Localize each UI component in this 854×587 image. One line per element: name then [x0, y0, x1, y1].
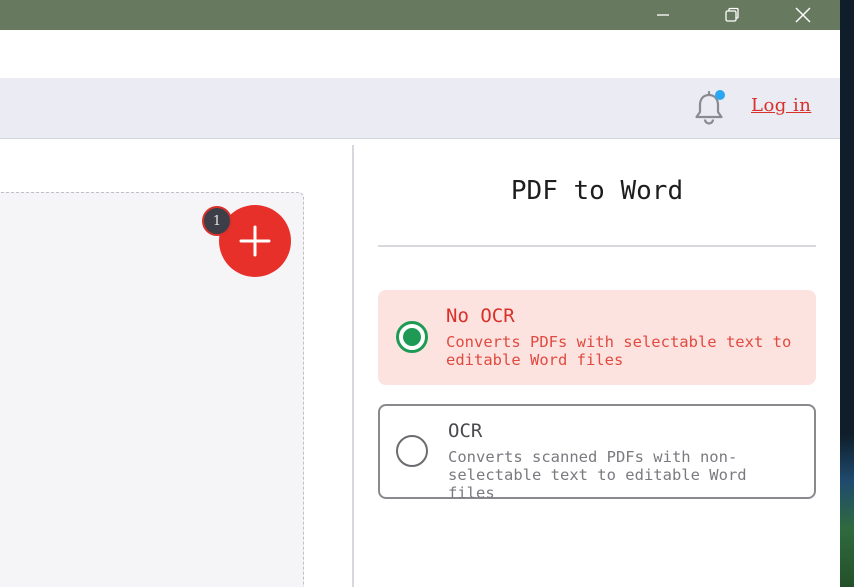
option-ocr[interactable]: OCR Converts scanned PDFs with non-selec… [378, 404, 816, 502]
option-title: OCR [448, 420, 483, 442]
close-icon [795, 7, 811, 23]
radio-no-ocr-selected[interactable] [396, 321, 428, 353]
option-no-ocr[interactable]: No OCR Converts PDFs with selectable tex… [378, 290, 816, 385]
option-description: Converts PDFs with selectable text to ed… [446, 333, 792, 369]
restore-button[interactable] [709, 0, 755, 30]
minimize-button[interactable] [640, 0, 686, 30]
title-bar [0, 0, 840, 30]
close-button[interactable] [780, 0, 826, 30]
file-count-badge: 1 [202, 206, 232, 236]
browser-address-bar[interactable] [0, 30, 840, 78]
restore-icon [725, 7, 739, 22]
title-divider [378, 245, 816, 247]
notification-dot [715, 90, 725, 100]
panel-divider [352, 145, 354, 587]
plus-icon [239, 225, 271, 257]
notifications-button[interactable] [692, 90, 726, 126]
desktop-background [840, 0, 854, 587]
minimize-icon [657, 14, 669, 16]
app-window: Log in 1 PDF to Word No OCR Converts PDF… [0, 0, 840, 587]
login-link[interactable]: Log in [751, 95, 811, 116]
radio-fill [403, 328, 421, 346]
option-description: Converts scanned PDFs with non-selectabl… [448, 448, 747, 502]
page-title: PDF to Word [510, 176, 684, 206]
option-title: No OCR [446, 305, 515, 327]
radio-ocr[interactable] [396, 435, 428, 467]
